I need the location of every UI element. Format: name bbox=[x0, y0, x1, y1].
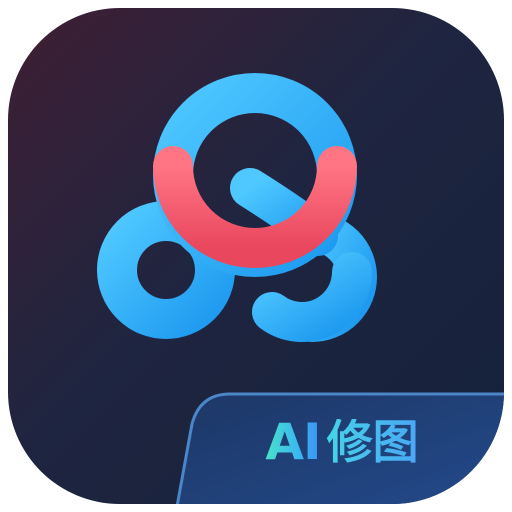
app-icon[interactable]: AI 修图 bbox=[0, 0, 512, 512]
ai-badge bbox=[174, 392, 504, 504]
app-icon-graphic bbox=[8, 8, 504, 504]
